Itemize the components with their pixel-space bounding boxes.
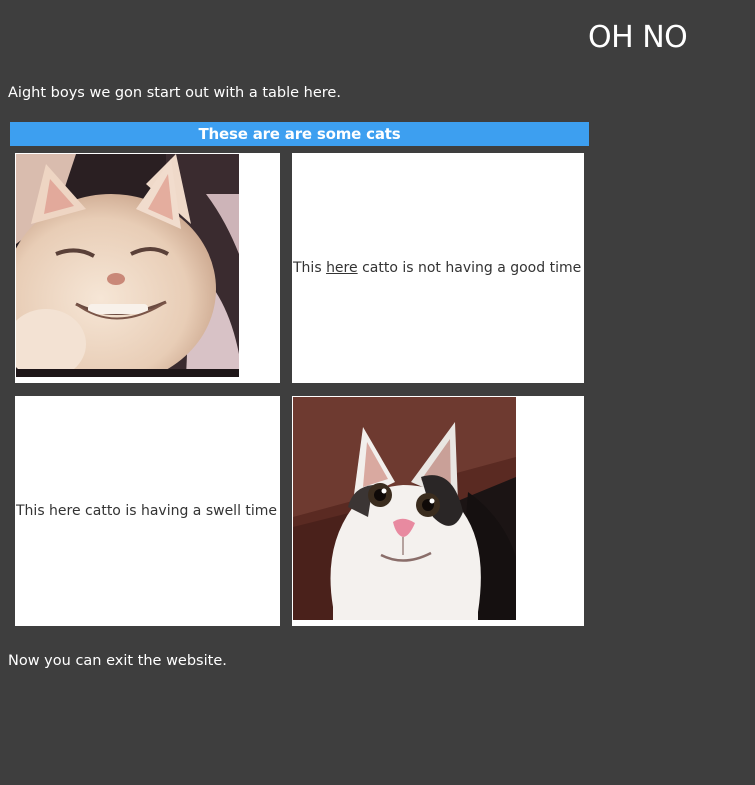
table-caption: These are are some cats — [10, 122, 589, 146]
happy-cat-caption: This here catto is having a swell time — [16, 503, 278, 519]
table-cell-cat-image-1 — [15, 153, 280, 383]
cat-table: These are are some cats This here catto … — [10, 122, 589, 626]
table-cell-cat-image-2 — [292, 396, 584, 626]
table-cell-sad-cat-text: This here catto is not having a good tim… — [292, 153, 584, 383]
outro-paragraph: Now you can exit the website. — [8, 653, 227, 669]
here-link[interactable]: here — [326, 260, 358, 276]
sad-cat-caption: This here catto is not having a good tim… — [293, 153, 581, 383]
page-title: OH NO — [588, 20, 688, 55]
page: OH NO Aight boys we gon start out with a… — [0, 0, 755, 785]
polite-cat-image — [293, 397, 516, 620]
sad-cat-text-end: catto is not having a good time — [362, 260, 582, 276]
sad-cat-text-start: This — [293, 260, 322, 276]
table-cell-happy-cat-text: This here catto is having a swell time — [15, 396, 280, 626]
smug-cat-image — [16, 154, 239, 377]
intro-paragraph: Aight boys we gon start out with a table… — [8, 85, 341, 101]
